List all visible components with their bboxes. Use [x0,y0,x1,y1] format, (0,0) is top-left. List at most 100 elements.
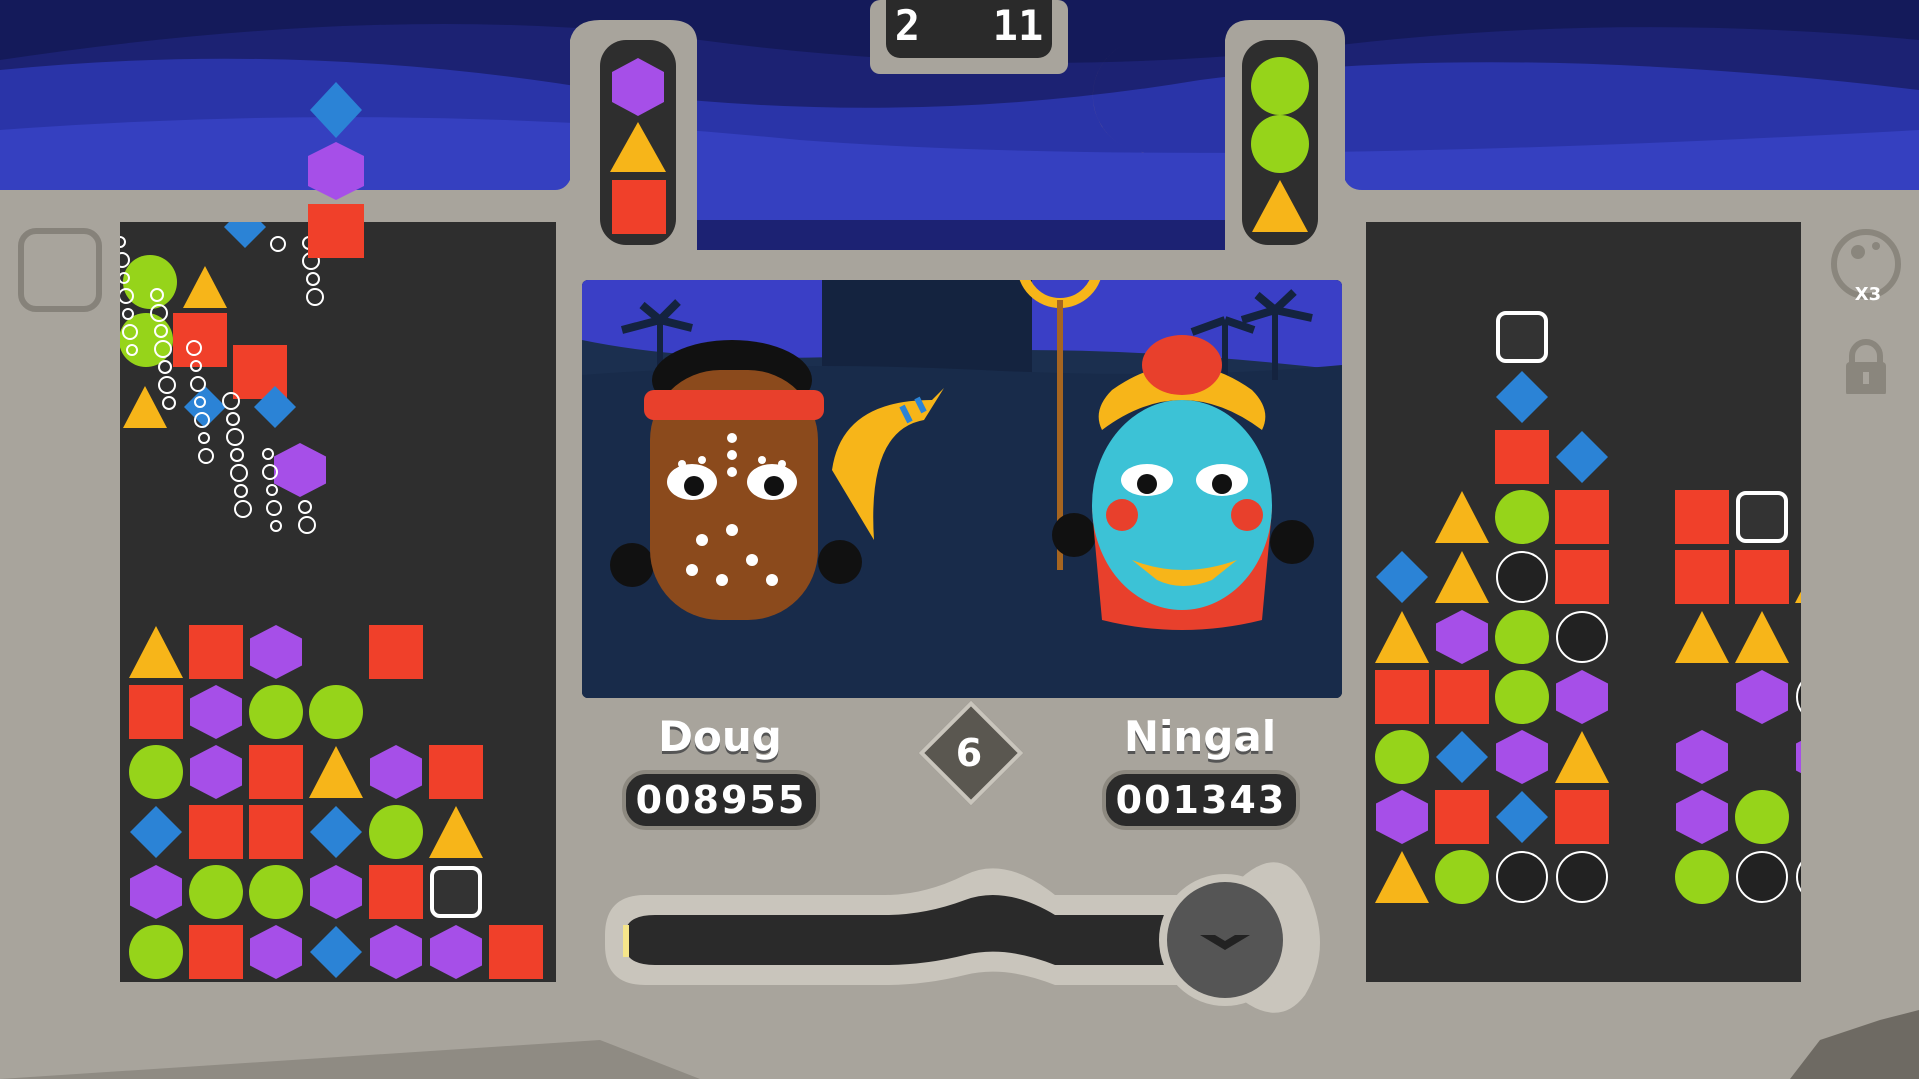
gem-piece [1376,790,1428,844]
player-left-score: 008955 [622,770,820,830]
gem-piece [369,805,423,859]
gem-piece [1736,491,1788,543]
gem-piece [119,313,173,367]
gem-piece [310,926,362,978]
gem-piece [189,925,243,979]
gem-piece [129,685,183,739]
gem-piece [1436,610,1488,664]
gem-piece [190,685,242,739]
gem-piece [309,685,363,739]
gem-piece [1496,551,1548,603]
gem-piece [1435,850,1489,904]
gem-piece [1676,730,1728,784]
gem-piece [130,806,182,858]
gem-piece [1496,791,1548,843]
gem-piece [249,805,303,859]
gem-piece [1555,731,1609,783]
next-piece-left [600,40,676,245]
gem-piece [1495,610,1549,664]
gem-piece [1496,371,1548,423]
gem-piece [1375,730,1429,784]
gem-piece [1496,730,1548,784]
player-right-score: 001343 [1102,770,1300,830]
gem-piece [1435,790,1489,844]
gem-piece [430,925,482,979]
gem-piece [429,806,483,858]
gem-piece [189,865,243,919]
player-left-name: Doug [658,712,782,761]
gem-piece [1375,851,1429,903]
gem-piece [1556,431,1608,483]
gem-piece [1435,670,1489,724]
gem-piece [1675,490,1729,544]
gem-piece [1495,430,1549,484]
gem-piece [429,745,483,799]
gem-piece [1376,551,1428,603]
gem-piece [1496,851,1548,903]
gem-piece [129,626,183,678]
gem-piece [369,625,423,679]
gem-piece [1736,670,1788,724]
gem-piece [224,206,266,248]
gem-piece [1556,670,1608,724]
gem-piece [249,685,303,739]
board-left [114,206,556,982]
player-right-name: Ningal [1123,712,1277,761]
gem-piece [1375,670,1429,724]
gem-piece [1675,850,1729,904]
gem-piece [1436,731,1488,783]
bubble-multiplier [1831,229,1901,394]
gem-piece [1675,611,1729,663]
gem-piece [173,313,227,367]
gem-piece [274,443,326,497]
gem-piece [1556,851,1608,903]
gem-piece [1435,491,1489,543]
gem-piece [369,865,423,919]
gem-piece [129,745,183,799]
next-piece-right [1242,40,1318,245]
padlock-icon [1846,339,1886,394]
gem-piece [1735,550,1789,604]
falling-piece-left [308,82,364,258]
hold-slot-icon[interactable] [18,228,102,312]
gem-piece [310,806,362,858]
timer-seconds: 11 [992,1,1044,50]
stage-scene [582,280,1342,698]
gem-piece [189,805,243,859]
gem-piece [123,386,167,428]
gem-piece [370,925,422,979]
gem-piece [1435,551,1489,603]
gem-piece [370,745,422,799]
gem-piece [190,745,242,799]
gem-piece [189,625,243,679]
gem-piece [250,925,302,979]
power-meter [605,862,1320,1013]
gem-piece [183,266,227,308]
gem-piece [249,745,303,799]
gem-piece [1796,671,1848,723]
gem-piece [1735,790,1789,844]
gem-piece [184,386,226,428]
gem-piece [129,925,183,979]
gem-piece [1555,490,1609,544]
gem-piece [1796,730,1848,784]
gem-piece [430,866,482,918]
timer-minutes: 2 [894,1,921,50]
gem-piece [130,865,182,919]
board-right [1366,222,1849,982]
gem-piece [1796,851,1848,903]
gem-piece [309,746,363,798]
gem-piece [310,865,362,919]
gem-piece [1496,311,1548,363]
gem-piece [1675,550,1729,604]
level-badge-value: 6 [955,731,983,775]
gem-piece [1555,550,1609,604]
gem-piece [489,925,543,979]
match-timer: 2 11 [886,0,1052,58]
gem-piece [249,865,303,919]
multiplier-label: X3 [1854,284,1882,305]
gem-piece [1735,611,1789,663]
gem-piece [1555,790,1609,844]
gem-piece [1495,670,1549,724]
gem-piece [1375,611,1429,663]
